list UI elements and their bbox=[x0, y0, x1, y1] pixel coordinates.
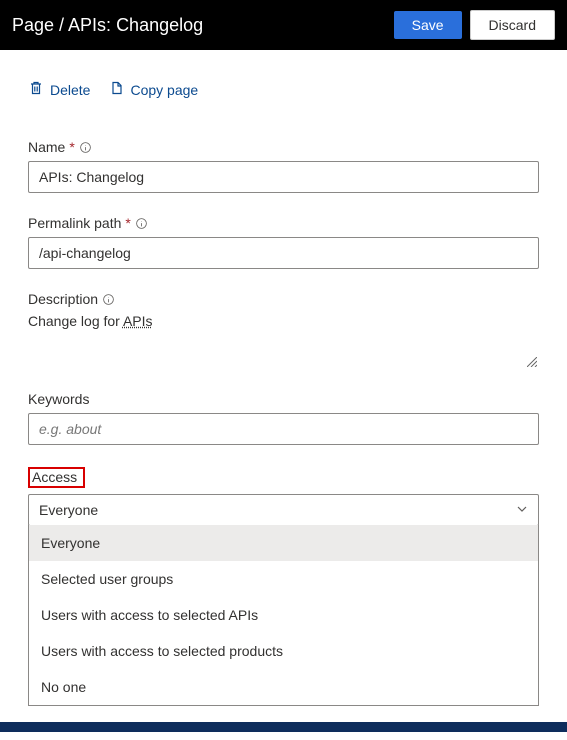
info-icon[interactable] bbox=[102, 293, 115, 306]
required-asterisk: * bbox=[69, 139, 74, 155]
description-label: Description bbox=[28, 291, 539, 307]
copy-label: Copy page bbox=[130, 82, 198, 98]
info-icon[interactable] bbox=[79, 141, 92, 154]
access-select[interactable]: Everyone bbox=[28, 494, 539, 526]
name-field: Name * bbox=[28, 139, 539, 193]
trash-icon bbox=[28, 80, 44, 99]
access-option-no-one[interactable]: No one bbox=[29, 669, 538, 705]
description-input[interactable]: Change log for APIs bbox=[28, 313, 539, 369]
keywords-input[interactable] bbox=[28, 413, 539, 445]
name-label: Name * bbox=[28, 139, 539, 155]
permalink-label: Permalink path * bbox=[28, 215, 539, 231]
access-label-highlight: Access bbox=[28, 467, 85, 488]
required-asterisk: * bbox=[125, 215, 130, 231]
name-input[interactable] bbox=[28, 161, 539, 193]
chevron-down-icon bbox=[516, 502, 528, 518]
discard-button[interactable]: Discard bbox=[470, 10, 555, 40]
copy-page-button[interactable]: Copy page bbox=[108, 80, 198, 99]
keywords-label: Keywords bbox=[28, 391, 539, 407]
description-field: Description Change log for APIs bbox=[28, 291, 539, 369]
keywords-label-text: Keywords bbox=[28, 391, 89, 407]
name-label-text: Name bbox=[28, 139, 65, 155]
access-option-selected-products[interactable]: Users with access to selected products bbox=[29, 633, 538, 669]
delete-button[interactable]: Delete bbox=[28, 80, 90, 99]
copy-icon bbox=[108, 80, 124, 99]
page-header: Page / APIs: Changelog Save Discard bbox=[0, 0, 567, 50]
footer-bar bbox=[0, 722, 567, 732]
page-title: Page / APIs: Changelog bbox=[12, 15, 386, 36]
delete-label: Delete bbox=[50, 82, 90, 98]
permalink-input[interactable] bbox=[28, 237, 539, 269]
access-option-selected-groups[interactable]: Selected user groups bbox=[29, 561, 538, 597]
access-field: Access Everyone Everyone Selected user g… bbox=[28, 467, 539, 706]
save-button[interactable]: Save bbox=[394, 11, 462, 39]
content-area: Delete Copy page Name * Permalink path * bbox=[0, 50, 567, 716]
permalink-field: Permalink path * bbox=[28, 215, 539, 269]
toolbar: Delete Copy page bbox=[28, 80, 539, 99]
access-option-selected-apis[interactable]: Users with access to selected APIs bbox=[29, 597, 538, 633]
permalink-label-text: Permalink path bbox=[28, 215, 121, 231]
description-text-prefix: Change log for bbox=[28, 313, 123, 329]
access-option-everyone[interactable]: Everyone bbox=[29, 525, 538, 561]
info-icon[interactable] bbox=[135, 217, 148, 230]
description-label-text: Description bbox=[28, 291, 98, 307]
resize-handle-icon[interactable] bbox=[527, 357, 537, 367]
access-label-text: Access bbox=[32, 469, 77, 485]
description-text-underlined: APIs bbox=[123, 313, 153, 329]
keywords-field: Keywords bbox=[28, 391, 539, 445]
access-dropdown: Everyone Selected user groups Users with… bbox=[28, 525, 539, 706]
access-selected-value: Everyone bbox=[39, 502, 98, 518]
